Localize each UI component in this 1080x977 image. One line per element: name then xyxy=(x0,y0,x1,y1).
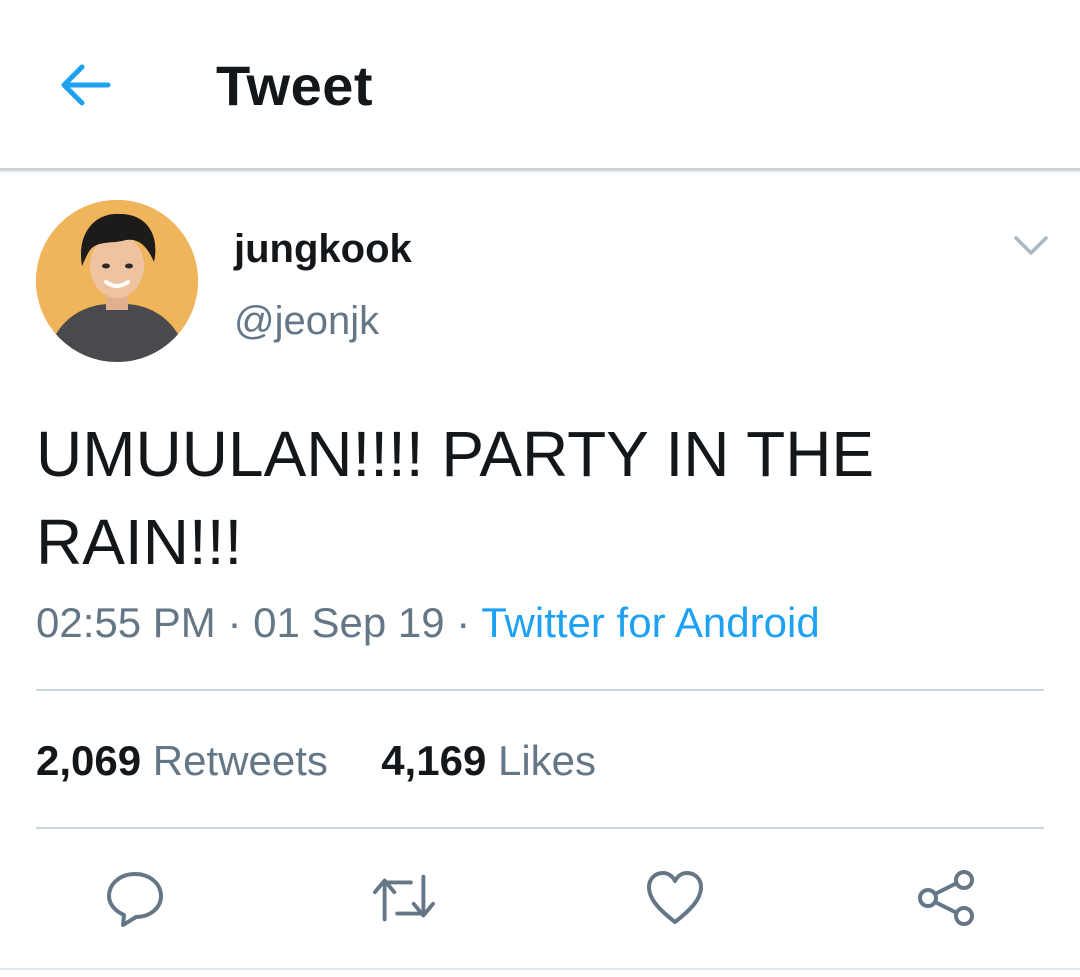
back-button[interactable] xyxy=(52,55,116,115)
retweet-button[interactable] xyxy=(372,866,436,930)
tweet-date: 01 Sep 19 xyxy=(253,599,445,646)
tweet-text-line-2: RAIN!!! xyxy=(36,506,243,578)
tweet-meta: 02:55 PM · 01 Sep 19 · Twitter for Andro… xyxy=(36,598,820,648)
retweets-count: 2,069 xyxy=(36,737,142,784)
likes-label: Likes xyxy=(497,737,597,784)
author-handle[interactable]: @jeonjk xyxy=(234,298,379,344)
author-display-name[interactable]: jungkook xyxy=(234,226,412,272)
likes-count: 4,169 xyxy=(381,737,487,784)
avatar-image xyxy=(36,200,198,362)
tweet-time: 02:55 PM xyxy=(36,599,216,646)
reply-button[interactable] xyxy=(103,866,167,930)
top-app-bar: Tweet xyxy=(0,0,1080,168)
bottom-divider xyxy=(0,968,1080,970)
arrow-left-icon xyxy=(61,64,111,106)
share-button[interactable] xyxy=(914,866,978,930)
meta-separator: · xyxy=(215,599,254,646)
meta-separator: · xyxy=(444,599,482,646)
header-shadow xyxy=(0,171,1080,175)
like-button[interactable] xyxy=(643,866,707,930)
tweet-stats: 2,069 Retweets 4,169 Likes xyxy=(36,736,596,786)
divider xyxy=(36,689,1044,691)
likes-stat[interactable]: 4,169 Likes xyxy=(381,737,596,784)
divider xyxy=(36,827,1044,829)
retweets-label: Retweets xyxy=(152,737,328,784)
heart-icon xyxy=(647,871,703,924)
reply-icon xyxy=(107,872,163,927)
tweet-text: UMUULAN!!!! PARTY IN THE RAIN!!! xyxy=(36,410,1036,586)
page-title: Tweet xyxy=(216,54,374,117)
retweets-stat[interactable]: 2,069 Retweets xyxy=(36,737,328,784)
tweet-text-line-1: UMUULAN!!!! PARTY IN THE xyxy=(36,418,875,490)
avatar[interactable] xyxy=(36,200,198,362)
tweet-source-link[interactable]: Twitter for Android xyxy=(481,599,819,646)
share-icon xyxy=(918,870,974,926)
chevron-down-icon xyxy=(1014,236,1048,255)
tweet-options-button[interactable] xyxy=(1006,226,1056,266)
retweet-icon xyxy=(372,874,436,922)
